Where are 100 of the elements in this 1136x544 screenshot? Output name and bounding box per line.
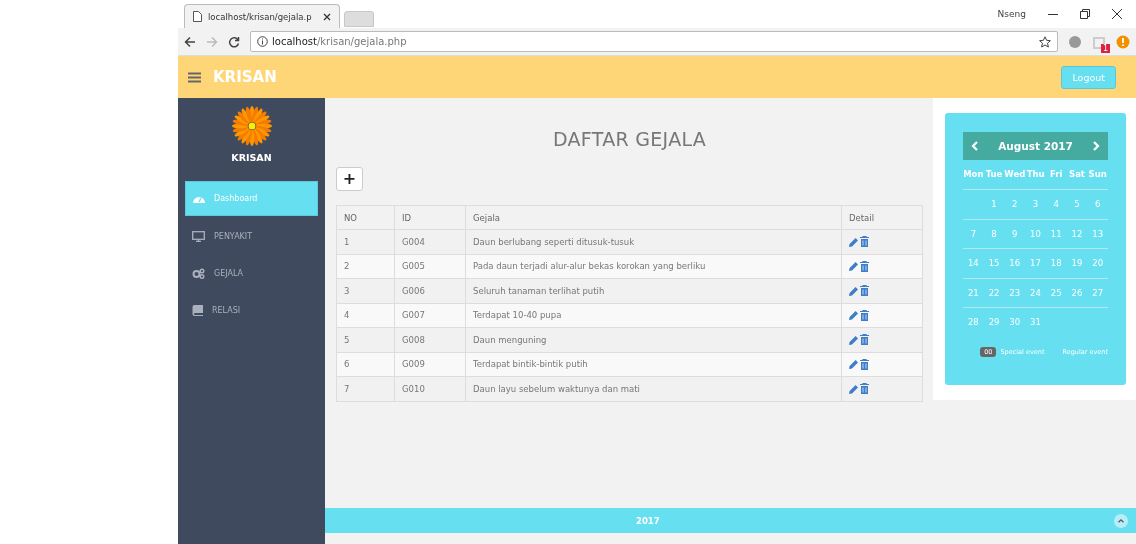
profile-name[interactable]: Nseng bbox=[997, 9, 1026, 19]
calendar-day[interactable]: 13 bbox=[1092, 228, 1104, 239]
calendar-day[interactable]: 14 bbox=[967, 258, 979, 268]
browser-tab[interactable]: localhost/krisan/gejala.p bbox=[184, 4, 340, 28]
table-cell: Daun layu sebelum waktunya dan mati bbox=[465, 376, 842, 401]
table-cell: Pada daun terjadi alur-alur bekas korokan yang berliku bbox=[465, 254, 842, 279]
table-cell: 1 bbox=[336, 229, 395, 254]
weekday-label: Fri bbox=[1045, 160, 1067, 190]
weekday-label: Sat bbox=[1066, 160, 1088, 190]
extension-icon[interactable] bbox=[1068, 34, 1082, 49]
star-icon[interactable] bbox=[1039, 35, 1051, 48]
sidebar-item[interactable]: Dashboard bbox=[185, 181, 318, 216]
sidebar-brand: KRISAN bbox=[231, 152, 272, 163]
calendar-day[interactable]: 6 bbox=[1094, 199, 1101, 209]
calendar-day[interactable]: 30 bbox=[1009, 317, 1021, 327]
add-button[interactable]: + bbox=[336, 167, 363, 191]
restore-icon[interactable] bbox=[1080, 9, 1090, 19]
calendar-day[interactable]: 2 bbox=[1012, 199, 1018, 209]
trash-icon[interactable] bbox=[860, 358, 869, 370]
logout-button[interactable]: Logout bbox=[1061, 65, 1116, 89]
calendar-day[interactable]: 10 bbox=[1030, 228, 1041, 239]
menu-icon[interactable] bbox=[188, 71, 201, 83]
column-header: Detail bbox=[841, 205, 923, 230]
trash-icon[interactable] bbox=[860, 285, 869, 297]
table-cell: Daun menguning bbox=[465, 327, 842, 352]
calendar-day[interactable]: 16 bbox=[1009, 258, 1021, 268]
calendar-day[interactable]: 15 bbox=[988, 258, 1000, 268]
calendar-day[interactable]: 1 bbox=[991, 199, 997, 209]
calendar-day[interactable]: 12 bbox=[1071, 228, 1083, 239]
monitor-icon bbox=[192, 231, 205, 242]
calendar-day[interactable]: 3 bbox=[1032, 199, 1039, 209]
trash-icon[interactable] bbox=[860, 309, 869, 321]
calendar-day[interactable]: 4 bbox=[1053, 199, 1059, 209]
trash-icon[interactable] bbox=[860, 334, 869, 346]
table-cell: Terdapat 10-40 pupa bbox=[465, 303, 842, 328]
calendar-day[interactable]: 7 bbox=[970, 228, 977, 239]
column-header: NO bbox=[336, 205, 395, 230]
calendar-day[interactable]: 11 bbox=[1050, 228, 1062, 239]
calendar-day[interactable]: 28 bbox=[967, 317, 979, 327]
calendar-day[interactable]: 19 bbox=[1071, 258, 1083, 268]
table-cell: 6 bbox=[336, 352, 395, 377]
calendar-day[interactable]: 23 bbox=[1009, 287, 1021, 298]
calendar-day[interactable]: 5 bbox=[1074, 199, 1080, 209]
pencil-icon[interactable] bbox=[849, 383, 859, 394]
calendar-day[interactable]: 31 bbox=[1030, 317, 1041, 327]
previous-chevron-icon[interactable] bbox=[971, 141, 978, 151]
close-icon[interactable] bbox=[1112, 9, 1122, 19]
table-cell: 3 bbox=[336, 278, 395, 303]
close-icon[interactable] bbox=[323, 12, 331, 21]
table-cell: Seluruh tanaman terlihat putih bbox=[465, 278, 842, 303]
weekday-label: Wed bbox=[1004, 160, 1026, 190]
pencil-icon[interactable] bbox=[849, 285, 859, 296]
calendar-day[interactable]: 25 bbox=[1050, 287, 1062, 298]
calendar-day[interactable]: 17 bbox=[1030, 258, 1041, 268]
footer-year: 2017 bbox=[636, 515, 660, 526]
calendar-day[interactable]: 20 bbox=[1092, 258, 1104, 268]
reload-icon[interactable] bbox=[228, 35, 240, 48]
gears-icon bbox=[192, 268, 205, 279]
calendar-day[interactable]: 26 bbox=[1071, 287, 1083, 298]
calendar-day[interactable]: 21 bbox=[967, 287, 979, 298]
app-brand: KRISAN bbox=[213, 68, 277, 86]
notification-badge: 1 bbox=[1100, 43, 1110, 53]
trash-icon[interactable] bbox=[860, 260, 869, 272]
flower-logo bbox=[231, 106, 272, 146]
calendar-day[interactable]: 8 bbox=[991, 228, 997, 239]
calendar-month: August 2017 bbox=[998, 140, 1073, 152]
calendar-day[interactable]: 24 bbox=[1030, 287, 1041, 298]
page-icon bbox=[193, 11, 202, 22]
table-cell: 5 bbox=[336, 327, 395, 352]
column-header: ID bbox=[394, 205, 466, 230]
table-cell: 7 bbox=[336, 376, 395, 401]
info-icon bbox=[257, 36, 268, 47]
column-header: Gejala bbox=[465, 205, 842, 230]
sidebar-item[interactable]: PENYAKIT bbox=[185, 220, 318, 253]
page-title: DAFTAR GEJALA bbox=[552, 128, 707, 150]
next-chevron-icon[interactable] bbox=[1093, 141, 1100, 151]
calendar-day[interactable]: 18 bbox=[1050, 258, 1062, 268]
table-cell: Daun berlubang seperti ditusuk-tusuk bbox=[465, 229, 842, 254]
pencil-icon[interactable] bbox=[849, 334, 859, 345]
warning-icon[interactable] bbox=[1116, 34, 1130, 49]
calendar-day[interactable]: 22 bbox=[988, 287, 1000, 298]
sidebar-item[interactable]: RELASI bbox=[185, 294, 318, 327]
trash-icon[interactable] bbox=[860, 236, 869, 248]
book-icon bbox=[192, 305, 203, 316]
table-cell: Terdapat bintik-bintik putih bbox=[465, 352, 842, 377]
pencil-icon[interactable] bbox=[849, 261, 859, 272]
pencil-icon[interactable] bbox=[849, 236, 859, 247]
scroll-up-icon[interactable] bbox=[1114, 513, 1128, 528]
weekday-label: Mon bbox=[963, 160, 984, 190]
table-cell: 2 bbox=[336, 254, 395, 279]
calendar-day[interactable]: 9 bbox=[1012, 228, 1018, 239]
address-field[interactable]: localhost/krisan/gejala.php bbox=[250, 31, 1058, 52]
calendar-day[interactable]: 27 bbox=[1092, 287, 1104, 298]
trash-icon[interactable] bbox=[860, 383, 869, 395]
pencil-icon[interactable] bbox=[849, 310, 859, 321]
table-cell: 4 bbox=[336, 303, 395, 328]
back-arrow-icon[interactable] bbox=[184, 35, 196, 48]
calendar-day[interactable]: 29 bbox=[988, 317, 1000, 327]
sidebar-item[interactable]: GEJALA bbox=[185, 257, 318, 290]
pencil-icon[interactable] bbox=[849, 359, 859, 370]
